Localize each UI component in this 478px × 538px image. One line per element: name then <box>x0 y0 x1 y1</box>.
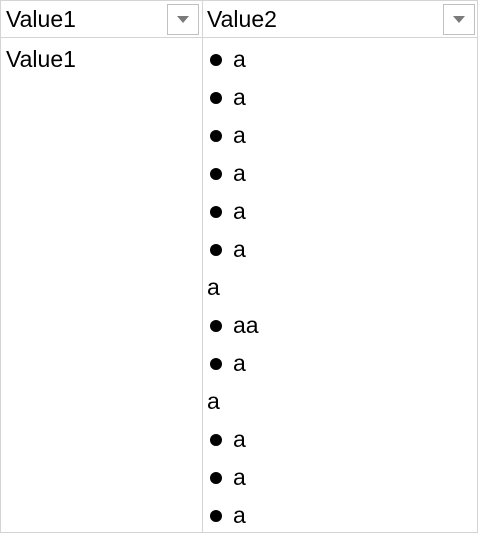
filter-dropdown-button[interactable] <box>443 4 475 35</box>
list-item: a <box>207 234 259 272</box>
bullet-dot-icon <box>210 54 222 66</box>
header-cell-value2[interactable]: Value2 <box>203 1 477 38</box>
list-item-text: a <box>233 122 246 148</box>
list-item-text: a <box>233 426 246 452</box>
list-item: a <box>207 158 259 196</box>
list-item: a <box>207 272 259 310</box>
bullet-dot-icon <box>210 168 222 180</box>
list-item: a <box>207 424 259 462</box>
bullet-dot-icon <box>210 472 222 484</box>
header-label: Value2 <box>207 6 277 32</box>
list-item-text: a <box>207 274 220 300</box>
list-item: a <box>207 44 259 82</box>
dropdown-arrow-icon <box>177 16 189 23</box>
list-item-text: aa <box>233 312 259 338</box>
list-item-text: a <box>233 502 246 528</box>
header-row: Value1 Value2 <box>1 0 477 38</box>
header-label: Value1 <box>6 6 76 32</box>
list-item: a <box>207 500 259 538</box>
list-item-text: a <box>233 198 246 224</box>
bullet-dot-icon <box>210 320 222 332</box>
list-item-text: a <box>233 236 246 262</box>
table-row: Value1 a a a a a a a aa a a a a a <box>1 38 477 532</box>
dropdown-arrow-icon <box>453 16 465 23</box>
list-item: aa <box>207 310 259 348</box>
table: Value1 Value2 Value1 a a a a a a a aa a a a a a <box>0 0 478 533</box>
list-item-text: a <box>233 160 246 186</box>
list-item: a <box>207 348 259 386</box>
bullet-dot-icon <box>210 434 222 446</box>
list-item: a <box>207 386 259 424</box>
bullet-list: a a a a a a a aa a a a a a <box>207 44 259 538</box>
bullet-dot-icon <box>210 510 222 522</box>
cell-value2[interactable]: a a a a a a a aa a a a a a <box>203 38 477 532</box>
bullet-dot-icon <box>210 92 222 104</box>
list-item-text: a <box>233 464 246 490</box>
list-item: a <box>207 82 259 120</box>
list-item-text: a <box>233 350 246 376</box>
list-item: a <box>207 462 259 500</box>
header-cell-value1[interactable]: Value1 <box>1 1 203 38</box>
list-item-text: a <box>207 388 220 414</box>
bullet-dot-icon <box>210 358 222 370</box>
bullet-dot-icon <box>210 244 222 256</box>
list-item: a <box>207 120 259 158</box>
list-item: a <box>207 196 259 234</box>
list-item-text: a <box>233 46 246 72</box>
bullet-dot-icon <box>210 206 222 218</box>
cell-text: Value1 <box>6 46 76 72</box>
bullet-dot-icon <box>210 130 222 142</box>
cell-value1[interactable]: Value1 <box>1 38 203 532</box>
list-item-text: a <box>233 84 246 110</box>
filter-dropdown-button[interactable] <box>167 4 199 35</box>
